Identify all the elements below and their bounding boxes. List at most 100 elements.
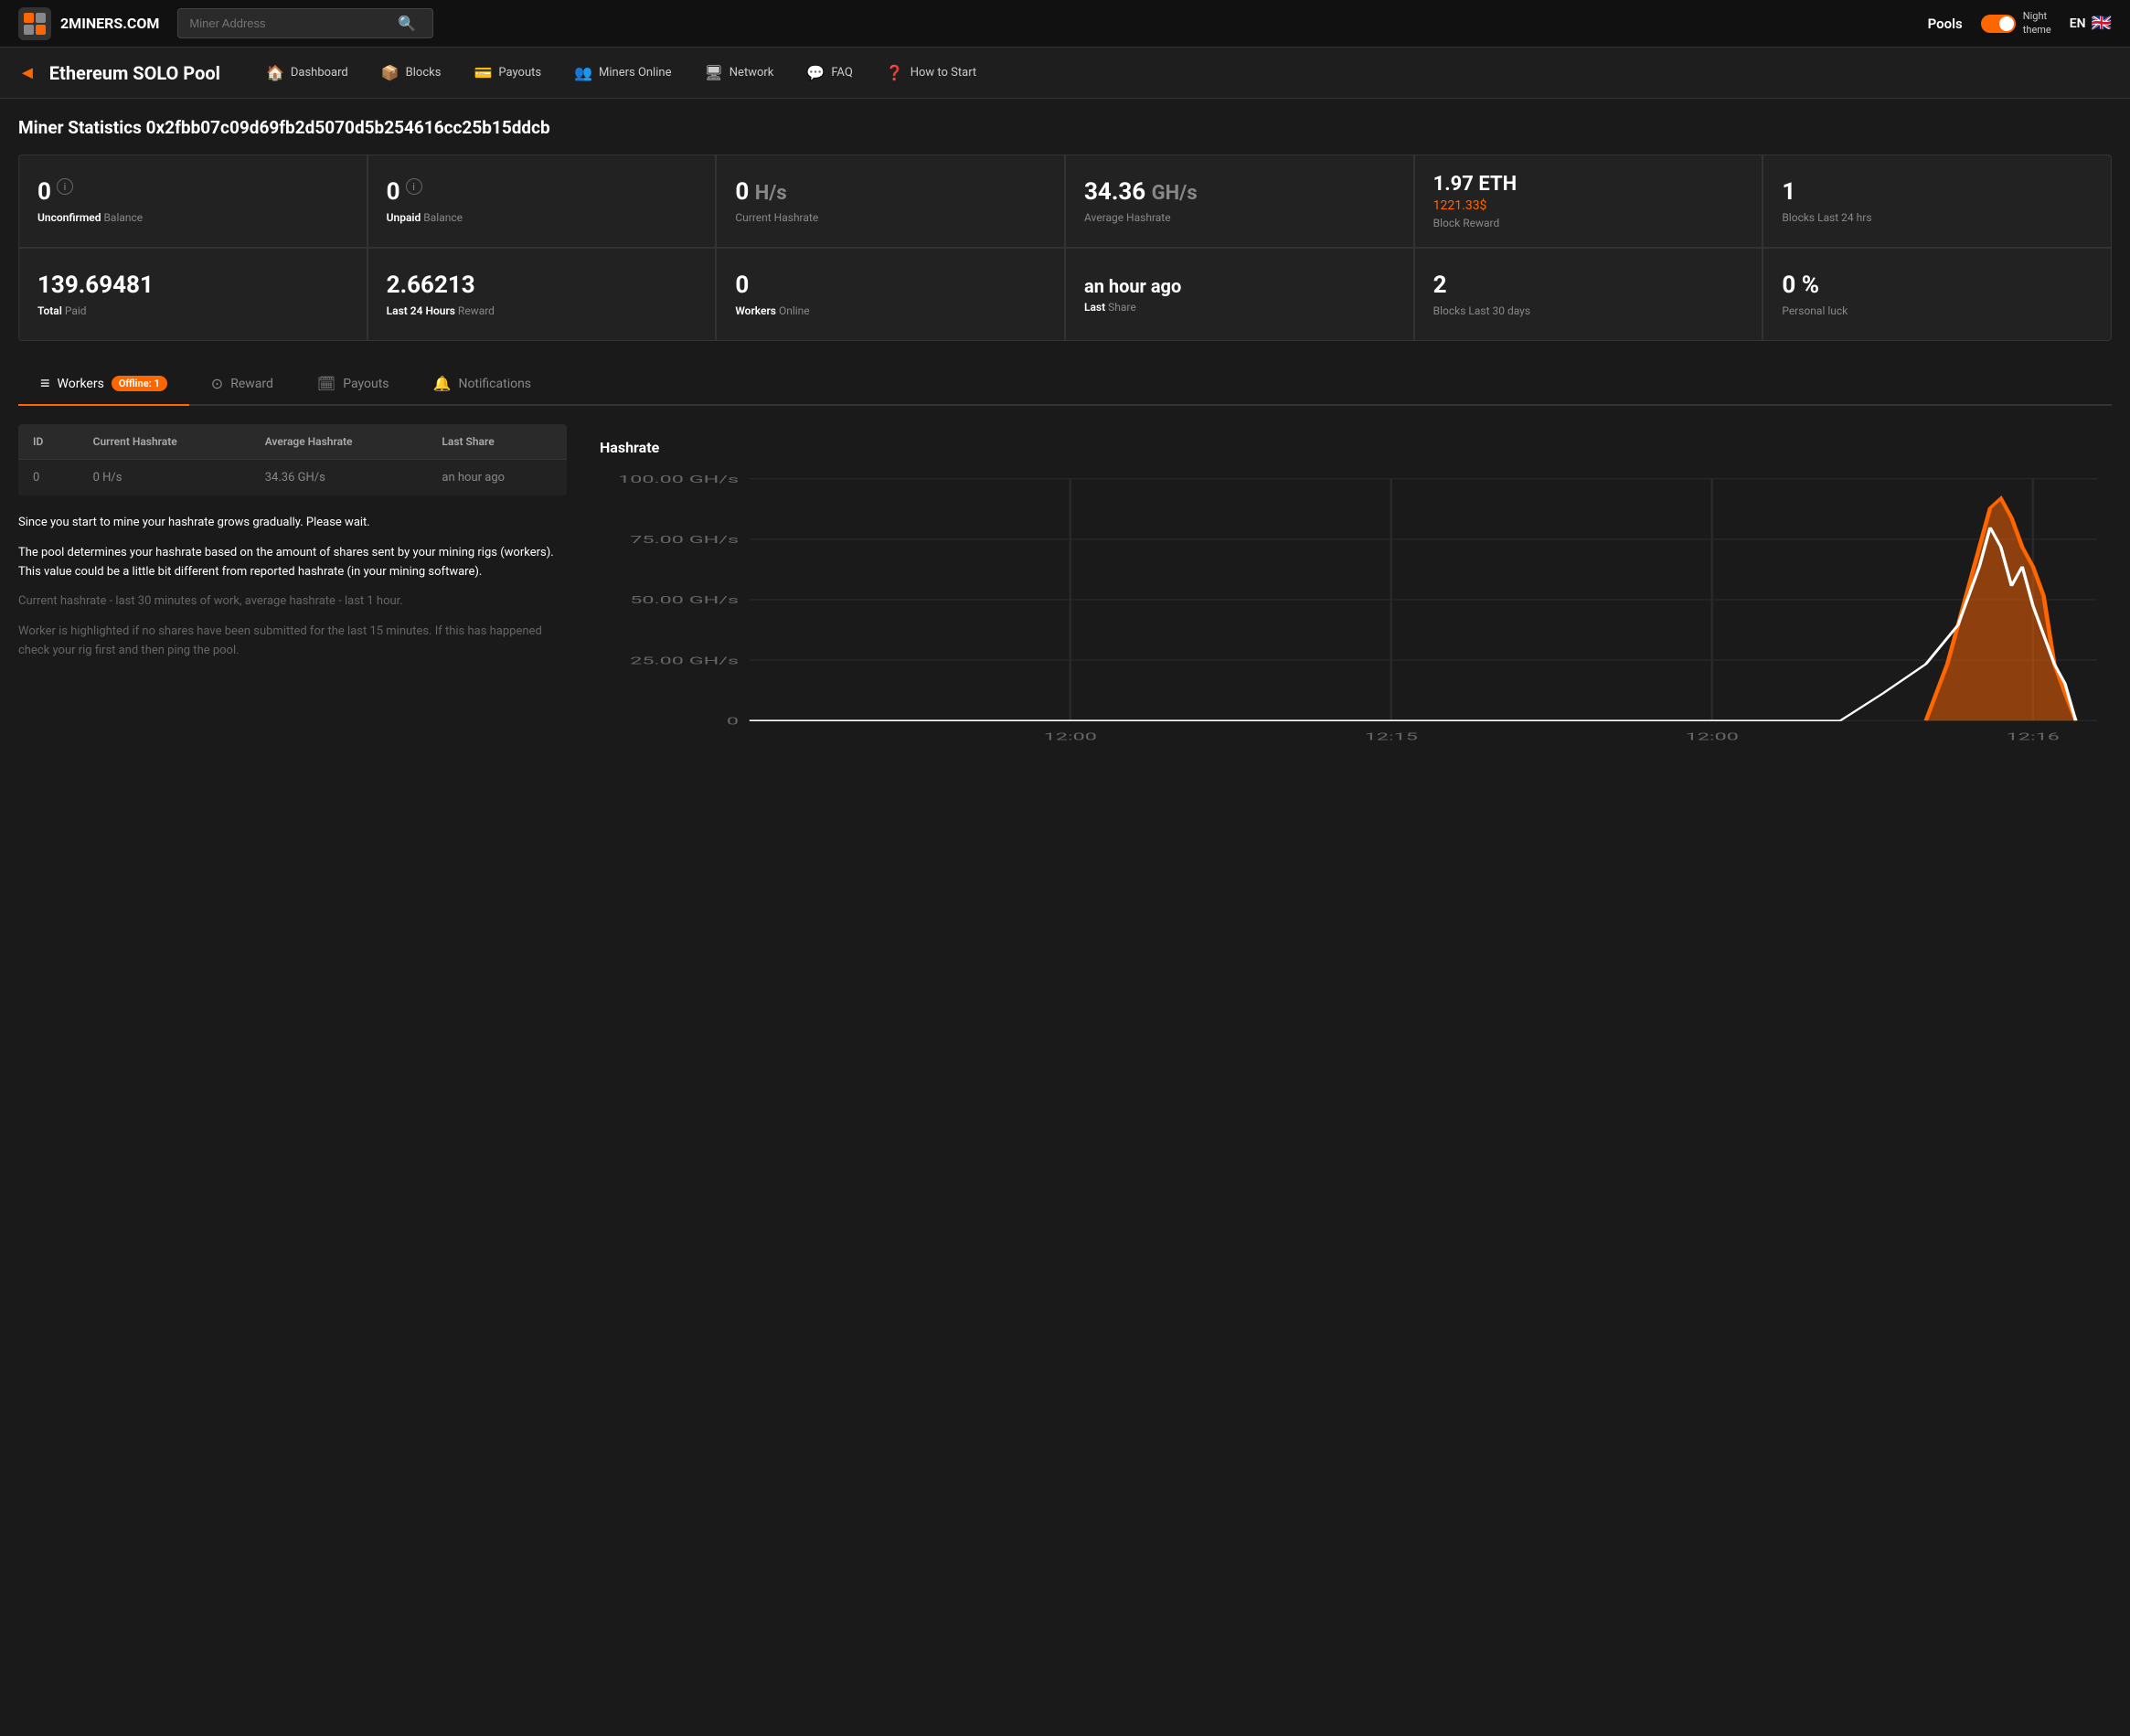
- chart-title: Hashrate: [600, 439, 2097, 456]
- tab-payouts[interactable]: 🗓 Payouts: [295, 364, 411, 405]
- personal-luck-label: Personal luck: [1782, 304, 2093, 317]
- unconfirmed-info-icon[interactable]: i: [57, 178, 73, 195]
- logo-area: 2MINERS.COM: [18, 7, 159, 40]
- unpaid-balance-label: Unpaid Balance: [387, 211, 698, 224]
- blocks-icon: 📦: [381, 64, 399, 81]
- tab-workers[interactable]: ≡ Workers Offline: 1: [18, 363, 189, 406]
- notifications-tab-icon: 🔔: [433, 375, 452, 392]
- payouts-tab-icon: 🗓: [317, 375, 335, 392]
- average-hashrate-label: Average Hashrate: [1084, 211, 1395, 224]
- stat-unconfirmed-balance: 0 i Unconfirmed Balance: [19, 155, 367, 247]
- block-reward-label: Block Reward: [1433, 217, 1744, 229]
- dashboard-icon: 🏠: [266, 64, 284, 81]
- payouts-icon: 💳: [474, 64, 492, 81]
- worker-average-hashrate: 34.36 GH/s: [250, 460, 428, 496]
- nav-label-dashboard: Dashboard: [291, 66, 348, 80]
- back-arrow[interactable]: ◄: [18, 61, 37, 84]
- workers-tab-icon: ≡: [40, 374, 50, 393]
- nav-item-dashboard[interactable]: 🏠 Dashboard: [251, 57, 363, 89]
- header-right: Pools Nighttheme EN 🇬🇧: [1928, 10, 2112, 37]
- chart-container: 100.00 GH/s 75.00 GH/s 50.00 GH/s 25.00 …: [600, 469, 2097, 761]
- info-text-1: Since you start to mine your hashrate gr…: [18, 514, 567, 533]
- search-bar[interactable]: 🔍: [177, 8, 433, 38]
- total-paid-label: Total Paid: [37, 304, 348, 317]
- svg-text:12:00: 12:00: [1044, 731, 1097, 742]
- how-to-start-icon: ❓: [886, 64, 904, 81]
- nav-item-payouts[interactable]: 💳 Payouts: [459, 57, 556, 89]
- last-24h-reward-label: Last 24 Hours Reward: [387, 304, 698, 317]
- info-text-2: The pool determines your hashrate based …: [18, 544, 567, 582]
- tab-reward[interactable]: ⊙ Reward: [189, 364, 295, 405]
- stat-blocks-last-30d: 2 Blocks Last 30 days: [1415, 249, 1763, 340]
- pools-button[interactable]: Pools: [1928, 16, 1963, 32]
- content-area: ID Current Hashrate Average Hashrate Las…: [18, 424, 2112, 776]
- stat-unpaid-balance: 0 i Unpaid Balance: [368, 155, 716, 247]
- reward-tab-label: Reward: [230, 377, 273, 391]
- workers-online-value: 0: [735, 272, 1046, 300]
- workers-table: ID Current Hashrate Average Hashrate Las…: [18, 424, 567, 495]
- table-row: 0 0 H/s 34.36 GH/s an hour ago: [18, 460, 567, 496]
- stat-current-hashrate: 0 H/s Current Hashrate: [717, 155, 1064, 247]
- header: 2MINERS.COM 🔍 Pools Nighttheme EN 🇬🇧: [0, 0, 2130, 48]
- nav-item-faq[interactable]: 💬 FAQ: [792, 57, 867, 89]
- main-content: Miner Statistics 0x2fbb07c09d69fb2d5070d…: [0, 99, 2130, 794]
- worker-last-share: an hour ago: [427, 460, 567, 496]
- workers-online-label: Workers Online: [735, 304, 1046, 317]
- nav-label-miners-online: Miners Online: [599, 66, 671, 80]
- night-theme-label: Nighttheme: [2023, 10, 2051, 37]
- stat-last-share: an hour ago Last Share: [1066, 249, 1413, 340]
- network-icon: 🖥: [704, 64, 722, 81]
- personal-luck-value: 0 %: [1782, 272, 2093, 300]
- svg-text:75.00 GH/s: 75.00 GH/s: [630, 535, 739, 546]
- nav-item-how-to-start[interactable]: ❓ How to Start: [871, 57, 991, 89]
- tab-notifications[interactable]: 🔔 Notifications: [411, 364, 554, 405]
- miners-online-icon: 👥: [574, 64, 592, 81]
- nav-label-blocks: Blocks: [406, 66, 442, 80]
- stat-average-hashrate: 34.36 GH/s Average Hashrate: [1066, 155, 1413, 247]
- svg-text:0: 0: [727, 716, 739, 727]
- search-input[interactable]: [189, 16, 390, 30]
- nav-item-blocks[interactable]: 📦 Blocks: [367, 57, 456, 89]
- block-reward-usd: 1221.33$: [1433, 198, 1744, 213]
- stat-personal-luck: 0 % Personal luck: [1763, 249, 2111, 340]
- total-paid-value: 139.69481: [37, 272, 348, 300]
- miner-title: Miner Statistics 0x2fbb07c09d69fb2d5070d…: [18, 117, 2112, 138]
- reward-tab-icon: ⊙: [211, 375, 223, 392]
- left-panel: ID Current Hashrate Average Hashrate Las…: [18, 424, 567, 776]
- nav-bar: ◄ Ethereum SOLO Pool 🏠 Dashboard 📦 Block…: [0, 48, 2130, 99]
- miner-title-prefix: Miner Statistics: [18, 117, 146, 138]
- unpaid-balance-value: 0: [387, 178, 400, 207]
- last-24h-reward-value: 2.66213: [387, 272, 698, 300]
- night-theme-toggle[interactable]: Nighttheme: [1981, 10, 2051, 37]
- col-last-share: Last Share: [427, 424, 567, 460]
- toggle-switch[interactable]: [1981, 15, 2016, 33]
- nav-item-miners-online[interactable]: 👥 Miners Online: [559, 57, 686, 89]
- notifications-tab-label: Notifications: [458, 377, 531, 391]
- stat-workers-online: 0 Workers Online: [717, 249, 1064, 340]
- pool-title: Ethereum SOLO Pool: [49, 62, 220, 84]
- blocks-last-24h-value: 1: [1782, 178, 2093, 207]
- average-hashrate-value: 34.36 GH/s: [1084, 178, 1395, 207]
- stat-block-reward: 1.97 ETH 1221.33$ Block Reward: [1415, 155, 1763, 247]
- logo-text: 2MINERS.COM: [60, 15, 159, 32]
- svg-text:12:15: 12:15: [1365, 731, 1418, 742]
- nav-label-network: Network: [730, 66, 774, 80]
- stat-last-24h-reward: 2.66213 Last 24 Hours Reward: [368, 249, 716, 340]
- blocks-last-30d-label: Blocks Last 30 days: [1433, 304, 1744, 317]
- flag-icon: 🇬🇧: [2092, 14, 2112, 33]
- stats-grid: 0 i Unconfirmed Balance 0 i Unpaid Balan…: [18, 154, 2112, 341]
- svg-text:12:16: 12:16: [2007, 731, 2060, 742]
- nav-label-how-to-start: How to Start: [911, 66, 976, 80]
- unpaid-info-icon[interactable]: i: [406, 178, 422, 195]
- col-average-hashrate: Average Hashrate: [250, 424, 428, 460]
- search-icon: 🔍: [398, 15, 416, 32]
- payouts-tab-label: Payouts: [343, 377, 389, 391]
- worker-current-hashrate: 0 H/s: [79, 460, 250, 496]
- nav-item-network[interactable]: 🖥 Network: [689, 57, 788, 89]
- svg-text:12:00: 12:00: [1686, 731, 1739, 742]
- lang-code: EN: [2070, 16, 2086, 31]
- col-id: ID: [18, 424, 79, 460]
- language-selector[interactable]: EN 🇬🇧: [2070, 14, 2112, 33]
- unconfirmed-balance-value: 0: [37, 178, 51, 207]
- current-hashrate-label: Current Hashrate: [735, 211, 1046, 224]
